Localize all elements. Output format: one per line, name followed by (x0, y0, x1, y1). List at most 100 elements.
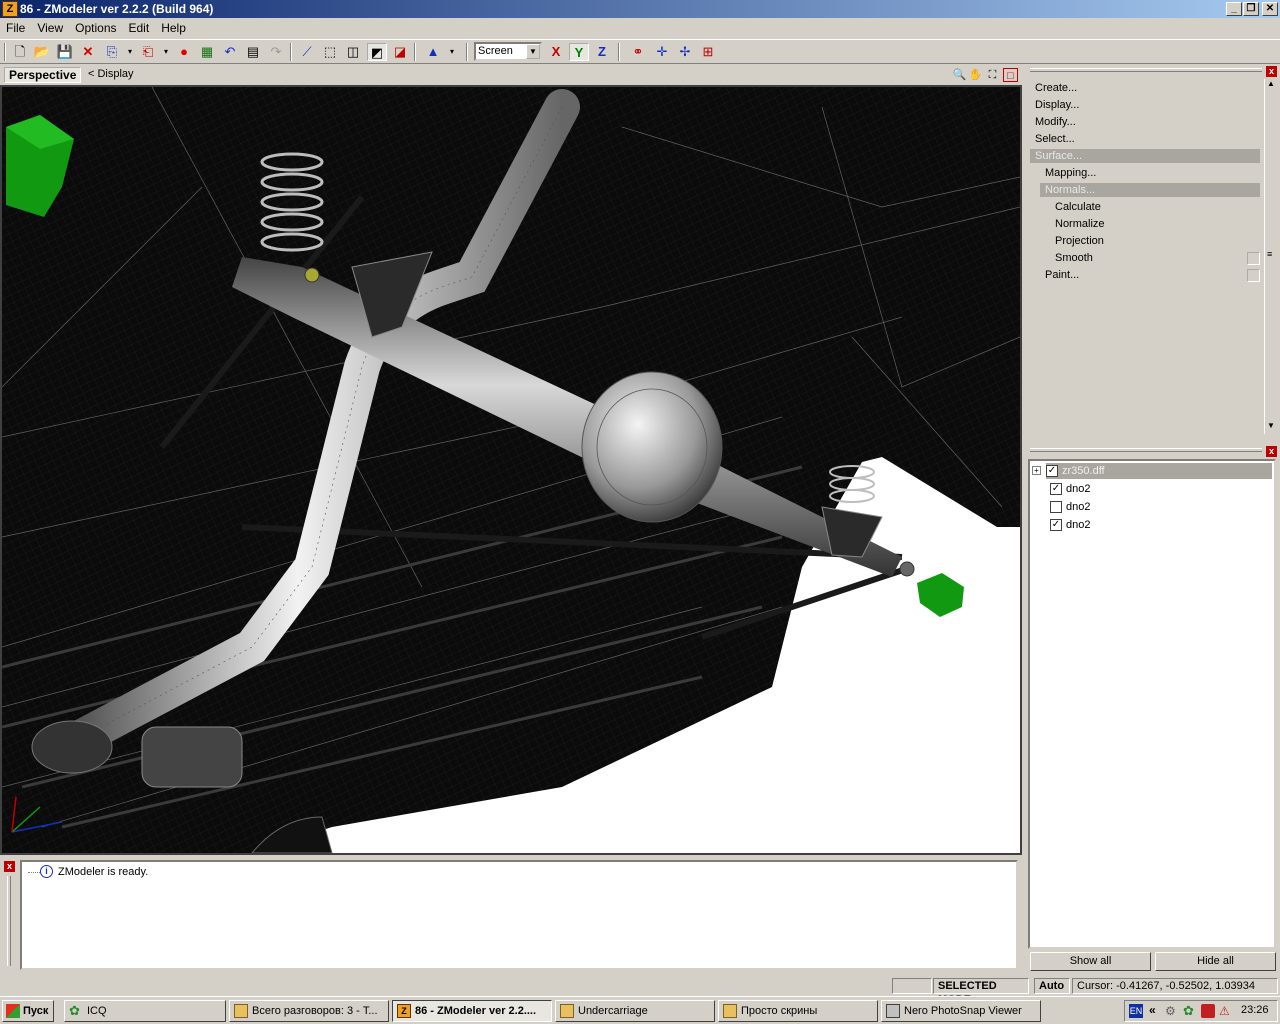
pan-hand-icon[interactable]: ✋ (968, 68, 983, 82)
export-icon[interactable]: ⎗ (138, 43, 158, 61)
minimize-button[interactable]: _ (1226, 2, 1242, 16)
panel-close-icon[interactable]: x (1266, 66, 1277, 77)
task-icq[interactable]: ✿ ICQ (64, 1000, 226, 1022)
language-indicator[interactable]: EN (1129, 1004, 1143, 1018)
start-button[interactable]: Пуск (2, 1000, 54, 1022)
export-dropdown-icon[interactable]: ▾ (156, 43, 176, 61)
scroll-down-icon[interactable]: ▼ (1267, 421, 1275, 430)
antivirus-icon[interactable] (1201, 1004, 1215, 1018)
scroll-thumb[interactable]: ≡ (1267, 249, 1272, 259)
cmd-surface[interactable]: Surface... (1030, 149, 1260, 163)
menu-view[interactable]: View (31, 18, 69, 35)
cmd-mapping[interactable]: Mapping... (1045, 167, 1096, 179)
dummy-cube-right[interactable] (917, 573, 964, 617)
tray-expand-icon[interactable]: « (1149, 1003, 1156, 1017)
open-folder-icon[interactable]: 📂 (32, 43, 52, 61)
vertex-mode-icon[interactable]: ⟋ (297, 43, 317, 61)
task-undercarriage[interactable]: Undercarriage (555, 1000, 715, 1022)
edge-mode-icon[interactable]: ⬚ (320, 43, 340, 61)
import-icon[interactable]: ⎘ (102, 43, 122, 61)
grid-icon[interactable]: ⊞ (698, 43, 718, 61)
tree-node[interactable]: ✓ dno2 (1050, 517, 1090, 533)
tree-node[interactable]: ✓ dno2 (1050, 481, 1090, 497)
cmd-create[interactable]: Create... (1035, 82, 1077, 94)
cmd-select[interactable]: Select... (1035, 133, 1075, 145)
scroll-up-icon[interactable]: ▲ (1267, 79, 1275, 88)
command-panel-scrollbar[interactable]: ▲ ≡ ▼ (1264, 79, 1278, 434)
snap-icon[interactable]: ⚭ (628, 43, 648, 61)
viewport-breadcrumb[interactable]: < Display (88, 68, 134, 80)
cmd-normalize[interactable]: Normalize (1055, 218, 1105, 230)
node-checkbox[interactable]: ✓ (1050, 483, 1062, 496)
undo-icon[interactable]: ↶ (220, 43, 240, 61)
axis-dropdown-icon[interactable]: ▾ (442, 43, 462, 61)
coordinate-system-select[interactable]: Screen ▼ (474, 42, 542, 61)
menu-help[interactable]: Help (155, 18, 192, 35)
tree-node-label: dno2 (1066, 483, 1091, 495)
app-icon[interactable]: Z (2, 1, 18, 17)
log-close-icon[interactable]: x (4, 861, 15, 872)
chevron-down-icon[interactable]: ▼ (526, 44, 540, 59)
move-icon[interactable]: ✛ (652, 43, 672, 61)
cmd-calculate[interactable]: Calculate (1055, 201, 1101, 213)
task-zmodeler[interactable]: Z 86 - ZModeler ver 2.2.... (392, 1000, 552, 1022)
acrobat-icon[interactable]: ⚠ (1219, 1004, 1233, 1018)
close-button[interactable]: ✕ (1262, 2, 1278, 16)
3d-viewport[interactable] (0, 85, 1022, 855)
axis-z-button[interactable]: Z (592, 43, 612, 61)
menu-file[interactable]: File (0, 18, 31, 35)
object-delete-mode-icon[interactable]: ◪ (390, 43, 410, 61)
hide-all-button[interactable]: Hide all (1155, 952, 1276, 971)
menu-edit[interactable]: Edit (123, 18, 156, 35)
cmd-display[interactable]: Display... (1035, 99, 1079, 111)
icq-tray-icon[interactable]: ✿ (1183, 1004, 1197, 1018)
task-nero[interactable]: Nero PhotoSnap Viewer (881, 1000, 1041, 1022)
cmd-paint[interactable]: Paint... (1045, 269, 1079, 281)
task-screens-folder[interactable]: Просто скрины (718, 1000, 878, 1022)
axis-y-button[interactable]: Y (569, 43, 589, 61)
transform-icon[interactable]: ✢ (675, 43, 695, 61)
import-dropdown-icon[interactable]: ▾ (120, 43, 140, 61)
cmd-normals[interactable]: Normals... (1040, 183, 1260, 197)
root-checkbox[interactable]: ✓ (1046, 465, 1058, 478)
viewport-name-tab[interactable]: Perspective (4, 67, 82, 83)
save-icon[interactable]: 💾 (55, 43, 75, 61)
scene-tree: + ✓ zr350.dff ✓ dno2 dno2 ✓ dno2 (1028, 459, 1276, 949)
scene-render (2, 87, 1020, 853)
expand-icon[interactable]: + (1032, 466, 1041, 475)
tree-root-item[interactable]: ✓ zr350.dff (1046, 463, 1272, 479)
tree-node[interactable]: dno2 (1050, 499, 1090, 515)
task-chat[interactable]: Всего разговоров: 3 - Т... (229, 1000, 389, 1022)
node-checkbox[interactable] (1050, 501, 1062, 514)
command-panel: x Create... Display... Modify... Select.… (1026, 65, 1280, 438)
face-mode-icon[interactable]: ◫ (343, 43, 363, 61)
cmd-projection[interactable]: Projection (1055, 235, 1104, 247)
menu-options[interactable]: Options (69, 18, 122, 35)
image-icon[interactable]: ▦ (197, 43, 217, 61)
redo-icon[interactable]: ↷ (266, 43, 286, 61)
paint-option-box[interactable] (1247, 269, 1260, 282)
title-bar[interactable]: Z 86 - ZModeler ver 2.2.2 (Build 964) _ … (0, 0, 1280, 18)
record-icon[interactable]: ● (174, 43, 194, 61)
info-icon: i (40, 865, 53, 878)
smooth-option-box[interactable] (1247, 252, 1260, 265)
status-auto[interactable]: Auto (1034, 978, 1070, 994)
cmd-smooth[interactable]: Smooth (1055, 252, 1093, 264)
delete-icon[interactable]: ✕ (78, 43, 98, 61)
notes-icon[interactable]: ▤ (243, 43, 263, 61)
zoom-extents-icon[interactable]: ⛶ (985, 68, 1000, 82)
panel-close-icon[interactable]: x (1266, 446, 1277, 457)
maximize-viewport-icon[interactable]: □ (1003, 68, 1018, 82)
restore-button[interactable]: ❐ (1243, 2, 1259, 16)
object-mode-icon[interactable]: ◩ (367, 43, 387, 61)
new-file-icon[interactable]: 🗋 (10, 43, 30, 61)
axis-x-button[interactable]: X (546, 43, 566, 61)
task-label: Просто скрины (741, 1005, 818, 1017)
axis-lock-icon[interactable]: ▲ (423, 43, 443, 61)
node-checkbox[interactable]: ✓ (1050, 519, 1062, 532)
cmd-modify[interactable]: Modify... (1035, 116, 1076, 128)
toolbar-separator (414, 43, 416, 61)
zoom-icon[interactable]: 🔍 (952, 68, 967, 82)
show-all-button[interactable]: Show all (1030, 952, 1151, 971)
network-icon[interactable]: ⚙ (1165, 1004, 1179, 1018)
